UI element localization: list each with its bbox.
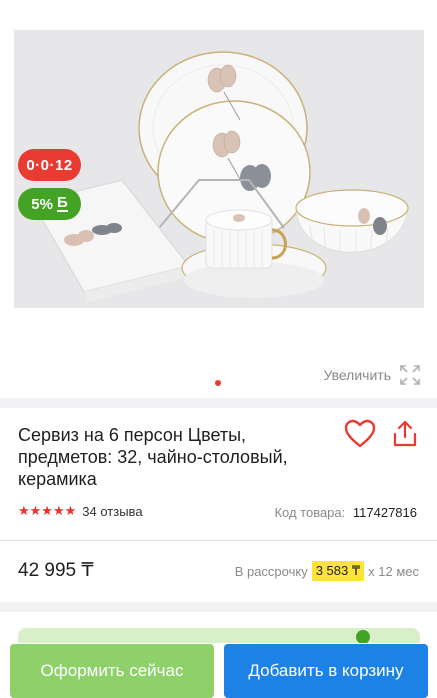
heart-icon[interactable]	[344, 419, 376, 449]
product-code: Код товара: 117427816	[274, 505, 417, 520]
share-icon[interactable]	[392, 420, 418, 448]
section-divider	[0, 398, 437, 408]
reviews-link[interactable]: 34 отзыва	[82, 504, 142, 519]
separator-line	[0, 540, 437, 541]
installment-badge-text: 0·0·12	[26, 156, 73, 174]
bonus-badge: 5% Б	[18, 188, 81, 220]
rating-row[interactable]: ★★★★★ 34 отзыва	[18, 503, 143, 519]
zoom-label: Увеличить	[323, 367, 391, 383]
star-rating-icon: ★★★★★	[18, 503, 77, 518]
product-price: 42 995 ₸	[18, 560, 94, 581]
bonus-currency-icon: Б	[56, 194, 68, 212]
bonus-percent: 5%	[31, 195, 53, 213]
buy-now-button[interactable]: Оформить сейчас	[10, 644, 214, 698]
installment-info[interactable]: В рассрочку 3 583 ₸ x 12 мес	[235, 561, 419, 581]
section-divider	[0, 602, 437, 612]
product-title: Сервиз на 6 персон Цветы, предметов: 32,…	[18, 425, 288, 489]
carousel-indicator-dot[interactable]	[215, 380, 221, 386]
sku-value: 117427816	[352, 505, 417, 520]
expand-icon	[400, 365, 420, 385]
installment-badge: 0·0·12	[18, 149, 81, 181]
installment-prefix: В рассрочку	[234, 563, 308, 579]
sku-label: Код товара:	[274, 505, 346, 520]
zoom-button[interactable]: Увеличить	[323, 364, 421, 386]
product-gallery[interactable]: 0·0·12 5% Б Увеличить	[0, 0, 437, 398]
installment-amount: 3 583 ₸	[311, 561, 365, 581]
add-to-cart-button[interactable]: Добавить в корзину	[224, 644, 428, 698]
installment-term: x 12 мес	[368, 563, 419, 579]
